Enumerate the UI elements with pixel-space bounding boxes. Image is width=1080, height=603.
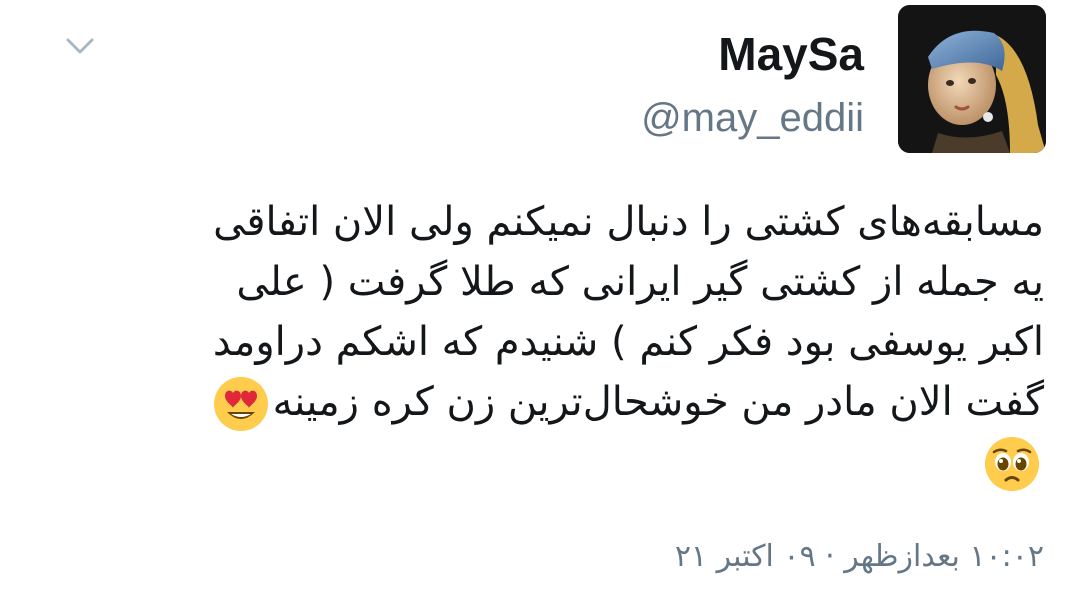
heart-eyes-emoji-icon: [211, 374, 271, 434]
tweet-line: اکبر یوسفی بود فکر کنم ) شنیدم که اشکم د…: [212, 319, 1044, 365]
tweet-line-emoji: [80, 432, 1044, 492]
display-name[interactable]: MaySa: [718, 26, 864, 82]
pleading-face-emoji-icon: [982, 434, 1042, 494]
avatar[interactable]: [898, 5, 1046, 153]
tweet-timestamp[interactable]: ۱۰:۰۲ بعدازظهر · ۰۹ اکتبر ۲۱: [675, 535, 1044, 579]
tweet-text: مسابقه‌های کشتی را دنبال نمیکنم ولی الان…: [80, 192, 1044, 492]
user-handle[interactable]: @may_eddii: [641, 94, 864, 142]
tweet-line: مسابقه‌های کشتی را دنبال نمیکنم ولی الان…: [213, 199, 1044, 245]
tweet-line-with-emoji: گفت الان مادر من خوشحال‌ترین زن کره زمین…: [80, 372, 1044, 432]
tweet-line-text: گفت الان مادر من خوشحال‌ترین زن کره زمین…: [272, 379, 1044, 425]
tweet-line: یه جمله از کشتی گیر ایرانی که طلا گرفت (…: [236, 259, 1044, 305]
chevron-down-icon[interactable]: [64, 30, 96, 62]
